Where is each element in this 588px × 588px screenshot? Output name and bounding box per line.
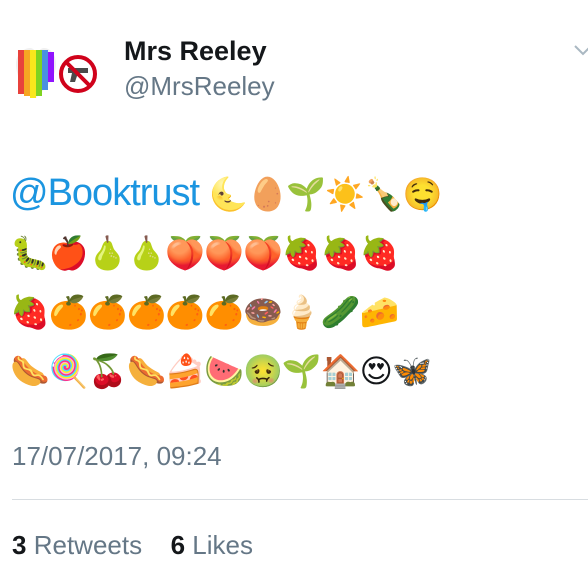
mention-link[interactable]: @Booktrust <box>10 172 200 214</box>
user-handle[interactable]: @MrsReeley <box>124 71 275 102</box>
emoji-sequence: 🍓🍊🍊🍊🍊🍊🍩🍦🥒🧀 <box>10 293 399 331</box>
likes-stat[interactable]: 6 Likes <box>171 530 253 560</box>
likes-label: Likes <box>192 530 253 560</box>
retweets-stat[interactable]: 3 Retweets <box>12 530 149 560</box>
no-guns-icon <box>59 55 97 93</box>
display-name[interactable]: Mrs Reeley <box>124 36 267 67</box>
tweet-timestamp[interactable]: 17/07/2017, 09:24 <box>12 441 222 472</box>
tweet-stats: 3 Retweets 6 Likes <box>12 530 253 561</box>
tweet-text: @Booktrust 🌜🥚🌱☀️🍾🤤 🐛🍎🍐🍐🍑🍑🍑🍓🍓🍓 🍓🍊🍊🍊🍊🍊🍩🍦🥒🧀… <box>10 164 580 400</box>
tweet-line-4: 🌭🍭🍒🌭🍰🍉🤢🌱🏠😍🦋 <box>10 341 580 400</box>
likes-count: 6 <box>170 530 186 560</box>
avatar[interactable] <box>12 40 100 102</box>
tweet-line-1: @Booktrust 🌜🥚🌱☀️🍾🤤 <box>10 164 580 223</box>
retweets-label: Retweets <box>33 530 143 560</box>
emoji-sequence: 🌜🥚🌱☀️🍾🤤 <box>208 175 443 213</box>
tweet-line-3: 🍓🍊🍊🍊🍊🍊🍩🍦🥒🧀 <box>10 282 580 341</box>
divider <box>12 499 588 500</box>
rainbow-heart-icon <box>16 48 56 98</box>
retweets-count: 3 <box>12 530 27 560</box>
tweet-line-2: 🐛🍎🍐🍐🍑🍑🍑🍓🍓🍓 <box>10 223 580 282</box>
chevron-down-icon[interactable] <box>572 38 588 60</box>
emoji-sequence: 🐛🍎🍐🍐🍑🍑🍑🍓🍓🍓 <box>10 234 399 272</box>
emoji-sequence: 🌭🍭🍒🌭🍰🍉🤢🌱🏠😍🦋 <box>10 352 432 390</box>
